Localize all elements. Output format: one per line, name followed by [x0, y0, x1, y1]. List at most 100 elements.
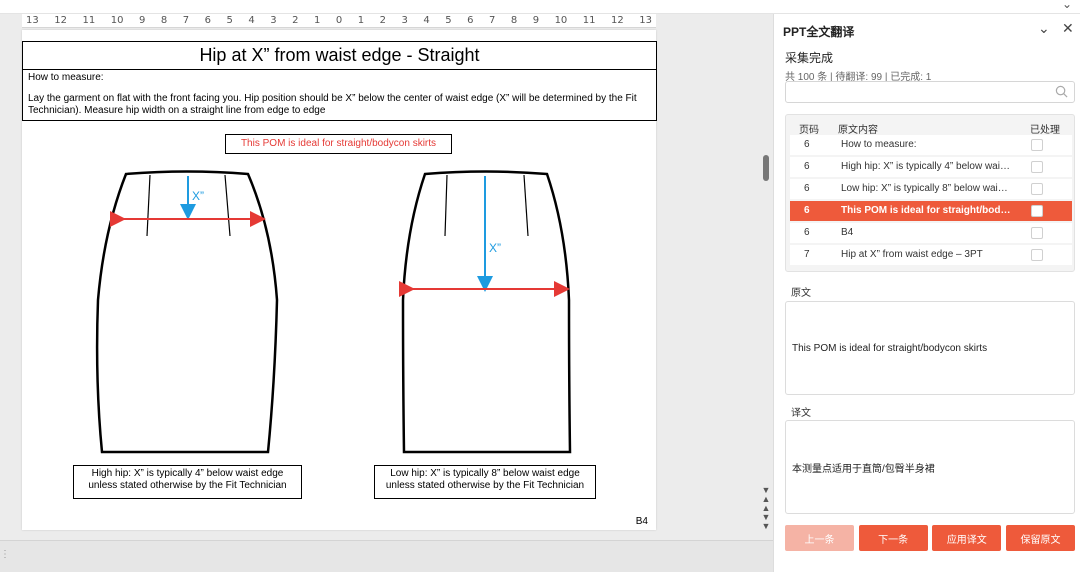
scroll-thumb[interactable]: [763, 155, 769, 181]
ruler-tick-label: 12: [611, 15, 624, 26]
row-page: 7: [804, 249, 810, 260]
ruler-tick-label: 7: [182, 15, 190, 26]
ruler-tick-label: 5: [445, 15, 452, 26]
search-icon[interactable]: [1055, 85, 1068, 98]
row-checkbox[interactable]: [1031, 227, 1043, 239]
ruler-labels: 13 12 11 10 9 8 7 6 5 4 3 2 1 0 1 2 3 4 5 6 7 8 9 10 11 12 13: [22, 14, 656, 27]
list-item[interactable]: 6 How to measure:: [790, 135, 1072, 155]
list-item[interactable]: 6 This POM is ideal for straight/bodycon …: [790, 201, 1072, 221]
translation-panel: PPT全文翻译 ⌄ ✕ 采集完成 共 100 条 | 待翻译: 99 | 已完成…: [773, 14, 1080, 572]
caption-left-line1: High hip: X” is typically 4” below waist…: [91, 468, 284, 479]
ruler-tick-label: 9: [138, 15, 146, 26]
row-text: Hip at X” from waist edge – 3PT: [841, 249, 983, 260]
slide-title[interactable]: Hip at X” from waist edge - Straight: [22, 41, 657, 70]
caption-low-hip[interactable]: Low hip: X” is typically 8” below waist …: [374, 465, 596, 499]
ruler-tick-label: 4: [248, 15, 255, 26]
ruler-tick-label: 10: [554, 15, 568, 26]
ruler-tick-label: 10: [110, 15, 124, 26]
slide-number: B4: [635, 516, 648, 527]
skirt-left: X”: [95, 170, 279, 454]
ruler-tick-label: 4: [423, 15, 430, 26]
row-text: Low hip: X” is typically 8” below waist …: [841, 183, 1011, 194]
row-page: 6: [804, 139, 810, 150]
text-list[interactable]: 页码 原文内容 已处理 6 How to measure: 6 High hip: X…: [785, 114, 1075, 272]
original-text-box[interactable]: This POM is ideal for straight/bodycon s…: [785, 301, 1075, 395]
translation-label: 译文: [791, 408, 811, 419]
ruler-tick-label: 2: [292, 15, 299, 26]
row-checkbox[interactable]: [1031, 183, 1043, 195]
row-page: 6: [804, 205, 810, 216]
row-checkbox[interactable]: [1031, 249, 1043, 261]
col-page: 页码: [799, 125, 819, 136]
ruler-tick-label: 0: [335, 15, 343, 26]
row-checkbox[interactable]: [1031, 139, 1043, 151]
list-item[interactable]: 6 High hip: X” is typically 4” below wais…: [790, 157, 1072, 177]
panel-title: PPT全文翻译: [783, 25, 855, 39]
chevron-down-icon[interactable]: ⌄: [1062, 0, 1072, 11]
ruler-tick-label: 13: [639, 15, 652, 26]
row-page: 6: [804, 227, 810, 238]
ruler-tick-label: 11: [582, 15, 596, 26]
original-label: 原文: [791, 288, 811, 299]
ruler-tick-label: 3: [401, 15, 408, 26]
translation-text: 本测量点适用于直筒/包臀半身裙: [792, 463, 935, 475]
editor-scrollbar[interactable]: [760, 14, 772, 530]
top-strip: ⌄: [0, 0, 1080, 14]
search-input[interactable]: [786, 82, 1046, 103]
ruler-tick-label: 2: [379, 15, 386, 26]
row-checkbox[interactable]: [1031, 161, 1043, 173]
next-slide-icon-2[interactable]: ▼: [760, 522, 772, 531]
row-text: How to measure:: [841, 139, 917, 150]
col-text: 原文内容: [838, 125, 878, 136]
ruler-tick-label: 13: [26, 15, 39, 26]
ruler-tick-label: 9: [532, 15, 540, 26]
row-checkbox[interactable]: [1031, 205, 1043, 217]
ruler-tick-label: 1: [313, 15, 321, 26]
ruler-tick-label: 6: [204, 15, 211, 26]
search-box[interactable]: [785, 81, 1075, 103]
ruler-tick-label: 8: [160, 15, 168, 26]
row-text: B4: [841, 227, 854, 238]
scroll-controls: ▼ ▲ ▲ ▼ ▼: [760, 486, 772, 531]
ruler-tick-label: 7: [488, 15, 496, 26]
row-text: High hip: X” is typically 4” below waist…: [841, 161, 1011, 172]
close-icon[interactable]: ✕: [1062, 20, 1074, 37]
col-done: 已处理: [1030, 125, 1060, 136]
translation-text-box[interactable]: 本测量点适用于直筒/包臀半身裙: [785, 420, 1075, 514]
ruler-tick-label: 1: [357, 15, 365, 26]
slide-canvas[interactable]: Hip at X” from waist edge - Straight How…: [22, 30, 657, 530]
ruler-tick-label: 11: [82, 15, 96, 26]
next-button[interactable]: 下一条: [858, 525, 928, 551]
chevron-down-icon[interactable]: ⌄: [1038, 20, 1050, 37]
row-text: This POM is ideal for straight/bodycon s…: [841, 205, 1011, 216]
ruler-tick-label: 3: [270, 15, 277, 26]
pom-note[interactable]: This POM is ideal for straight/bodycon s…: [225, 134, 452, 154]
caption-left-line2: unless stated otherwise by the Fit Techn…: [88, 480, 287, 491]
skirt-diagrams: X” X”: [95, 170, 572, 454]
caption-high-hip[interactable]: High hip: X” is typically 4” below waist…: [73, 465, 302, 499]
original-text: This POM is ideal for straight/bodycon s…: [792, 342, 988, 354]
horizontal-ruler: 13 12 11 10 9 8 7 6 5 4 3 2 1 0 1 2 3 4 5 6 7 8 9 10 11 12 13: [22, 14, 656, 28]
caption-right-line1: Low hip: X” is typically 8” below waist …: [390, 468, 580, 479]
keep-original-button[interactable]: 保留原文: [1005, 525, 1075, 551]
list-item[interactable]: 7 Hip at X” from waist edge – 3PT: [790, 245, 1072, 265]
prev-button[interactable]: 上一条: [785, 525, 854, 551]
notes-area[interactable]: [0, 540, 773, 572]
x-label-left: X”: [192, 189, 204, 203]
apply-translation-button[interactable]: 应用译文: [932, 525, 1002, 551]
ruler-tick-label: 5: [226, 15, 233, 26]
list-header: 页码 原文内容 已处理: [786, 115, 1074, 136]
app-window: ⌄ 13 12 11 10 9 8 7 6 5 4 3 2 1 0 1 2 3 4 5 6 7 8 9 10 11 12 13 Hi…: [0, 0, 1080, 572]
action-buttons: 上一条 下一条 应用译文 保留原文: [785, 525, 1075, 551]
caption-right-line2: unless stated otherwise by the Fit Techn…: [385, 480, 585, 491]
instructions-box[interactable]: How to measure: Lay the garment on flat …: [22, 69, 657, 121]
ruler-tick-label: 6: [467, 15, 474, 26]
row-page: 6: [804, 183, 810, 194]
ruler-tick-label: 12: [54, 15, 67, 26]
list-item[interactable]: 6 B4: [790, 223, 1072, 243]
instructions-text: Lay the garment on flat with the front f…: [28, 93, 637, 116]
notes-handle-icon[interactable]: ⋮: [0, 549, 10, 560]
list-rows: 6 How to measure: 6 High hip: X” is typical…: [786, 135, 1074, 265]
list-item[interactable]: 6 Low hip: X” is typically 8” below waist…: [790, 179, 1072, 199]
x-label-right: X”: [489, 241, 501, 255]
